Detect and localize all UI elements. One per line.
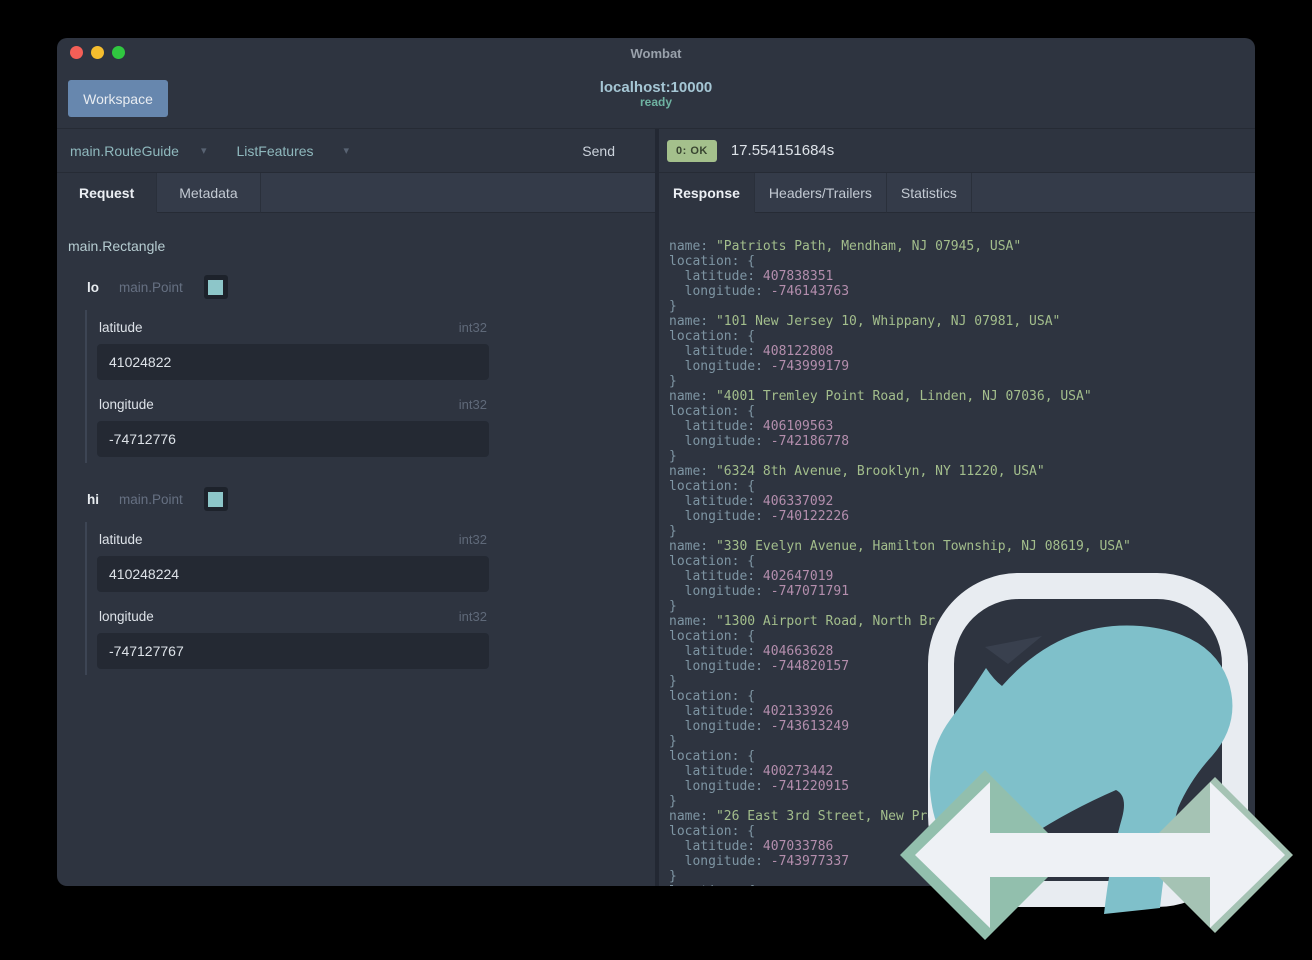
- tab-metadata[interactable]: Metadata: [157, 173, 261, 213]
- connection-info: localhost:10000 ready: [57, 79, 1255, 110]
- tab-request[interactable]: Request: [57, 173, 158, 213]
- response-status-bar: 0: OK 17.554151684s: [659, 129, 1255, 173]
- subfield-type: int32: [458, 609, 487, 624]
- subfield-label: latitude: [99, 320, 143, 335]
- method-bar: main.RouteGuide ▾ ListFeatures ▾ Send: [57, 129, 655, 173]
- request-panel: main.RouteGuide ▾ ListFeatures ▾ Send Re…: [57, 129, 655, 886]
- chevron-down-icon: ▾: [343, 145, 350, 157]
- subfield-label: longitude: [99, 397, 154, 412]
- checkbox-checked-icon: [208, 491, 224, 507]
- field-hi-checkbox[interactable]: [203, 487, 228, 511]
- tab-filler: [971, 173, 1255, 213]
- subfield-label: longitude: [99, 609, 154, 624]
- field-group-hi: latitude int32 longitude int32: [85, 522, 489, 675]
- subfield-label: latitude: [99, 532, 143, 547]
- header: Workspace localhost:10000 ready: [57, 68, 1255, 129]
- response-body: name: "Patriots Path, Mendham, NJ 07945,…: [669, 239, 1131, 886]
- hi-latitude-input[interactable]: [97, 556, 489, 592]
- response-tab-bar: Response Headers/Trailers Statistics: [659, 173, 1255, 213]
- field-row-lo: lo main.Point: [68, 275, 644, 299]
- hi-longitude-input[interactable]: [97, 633, 489, 669]
- chevron-down-icon: ▾: [200, 145, 207, 157]
- service-select-value: main.RouteGuide: [70, 142, 179, 159]
- status-badge: 0: OK: [667, 139, 717, 162]
- subfield-latitude: latitude int32: [97, 532, 489, 592]
- traffic-lights: [70, 46, 125, 59]
- app-window: Wombat Workspace localhost:10000 ready m…: [57, 38, 1255, 886]
- response-panel: 0: OK 17.554151684s Response Headers/Tra…: [659, 129, 1255, 886]
- close-icon[interactable]: [70, 46, 83, 59]
- field-type: main.Point: [119, 279, 183, 295]
- field-name: hi: [87, 491, 99, 507]
- lo-longitude-input[interactable]: [97, 421, 489, 457]
- message-type-label: main.Rectangle: [68, 238, 166, 254]
- connection-status: ready: [639, 95, 673, 110]
- lo-latitude-input[interactable]: [97, 344, 489, 380]
- tab-response[interactable]: Response: [659, 173, 755, 213]
- tab-filler: [260, 173, 655, 213]
- field-type: main.Point: [119, 491, 183, 507]
- field-group-lo: latitude int32 longitude int32: [85, 310, 489, 463]
- subfield-type: int32: [458, 397, 487, 412]
- subfield-latitude: latitude int32: [97, 320, 489, 380]
- subfield-longitude: longitude int32: [97, 609, 489, 669]
- main-split: main.RouteGuide ▾ ListFeatures ▾ Send Re…: [57, 129, 1255, 886]
- field-row-hi: hi main.Point: [68, 487, 644, 511]
- field-lo-checkbox[interactable]: [203, 275, 228, 299]
- duration-label: 17.554151684s: [730, 142, 835, 159]
- request-tab-bar: Request Metadata: [57, 173, 655, 213]
- tab-headers-trailers[interactable]: Headers/Trailers: [754, 173, 887, 213]
- zoom-icon[interactable]: [112, 46, 125, 59]
- subfield-longitude: longitude int32: [97, 397, 489, 457]
- request-form: main.Rectangle lo main.Point latitude in…: [57, 213, 655, 886]
- tab-statistics[interactable]: Statistics: [886, 173, 972, 213]
- checkbox-checked-icon: [208, 279, 224, 295]
- window-title: Wombat: [630, 46, 682, 61]
- titlebar: Wombat: [57, 38, 1255, 68]
- subfield-type: int32: [458, 320, 487, 335]
- desktop: { "app": { "title": "Wombat" }, "header"…: [0, 0, 1312, 960]
- service-select[interactable]: main.RouteGuide ▾: [70, 143, 206, 159]
- host-address: localhost:10000: [599, 79, 713, 96]
- subfield-type: int32: [458, 532, 487, 547]
- method-select[interactable]: ListFeatures ▾: [236, 143, 349, 159]
- method-select-value: ListFeatures: [236, 142, 314, 159]
- minimize-icon[interactable]: [91, 46, 104, 59]
- send-button[interactable]: Send: [576, 142, 621, 160]
- field-name: lo: [87, 279, 99, 295]
